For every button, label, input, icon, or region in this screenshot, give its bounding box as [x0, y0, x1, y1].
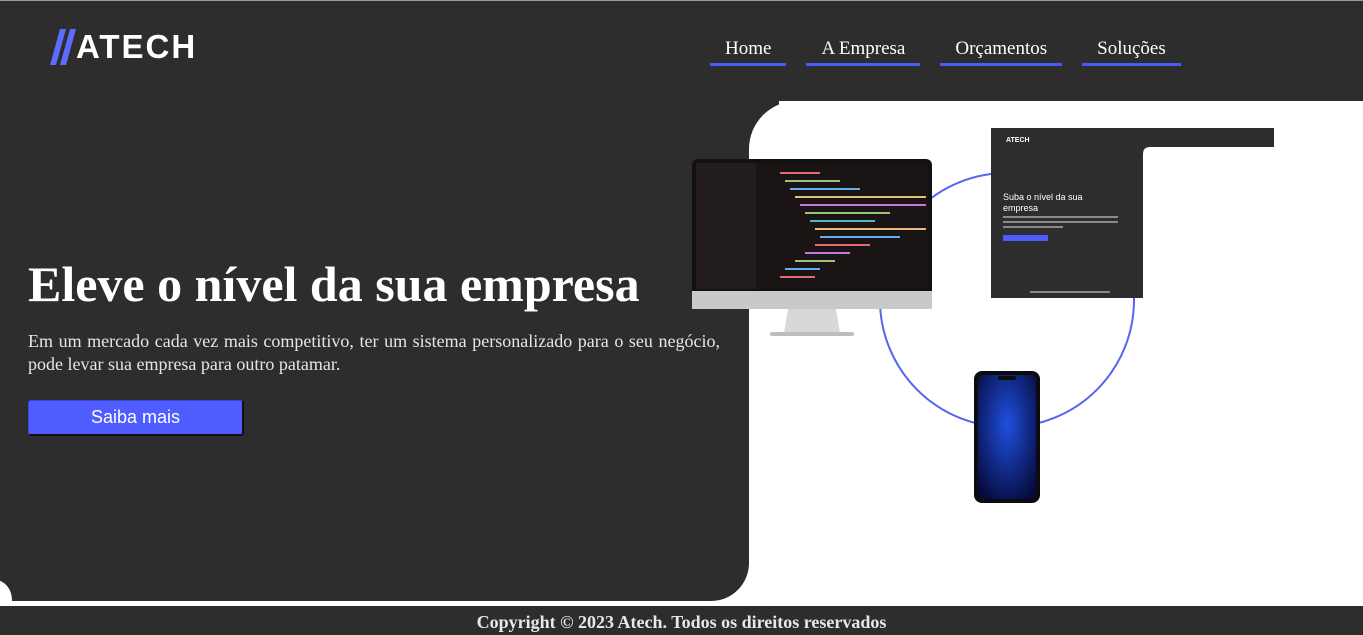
svg-text:empresa: empresa [1003, 203, 1038, 213]
nav-home[interactable]: Home [710, 38, 787, 66]
logo-text: ATECH [76, 28, 198, 65]
nav-a-empresa[interactable]: A Empresa [806, 38, 921, 66]
main-nav: Home A Empresa Orçamentos Soluções [710, 38, 1181, 66]
hero-title: Eleve o nível da sua empresa [28, 256, 640, 312]
website-preview: ATECH Suba o nível da sua empresa [991, 128, 1274, 298]
brand-logo[interactable]: ATECH [50, 28, 197, 66]
saiba-mais-button[interactable]: Saiba mais [28, 400, 244, 436]
svg-text:ATECH: ATECH [1006, 137, 1030, 144]
nav-orcamentos[interactable]: Orçamentos [940, 38, 1063, 66]
monitor-image [692, 159, 932, 336]
svg-text:Suba o nível da sua: Suba o nível da sua [1003, 192, 1083, 202]
footer-copyright: Copyright © 2023 Atech. Todos os direito… [0, 606, 1363, 635]
phone-image [974, 371, 1040, 503]
devices-illustration: ATECH Suba o nível da sua empresa [692, 128, 1274, 503]
hero-description: Em um mercado cada vez mais competitivo,… [28, 331, 720, 374]
nav-solucoes[interactable]: Soluções [1082, 38, 1181, 66]
